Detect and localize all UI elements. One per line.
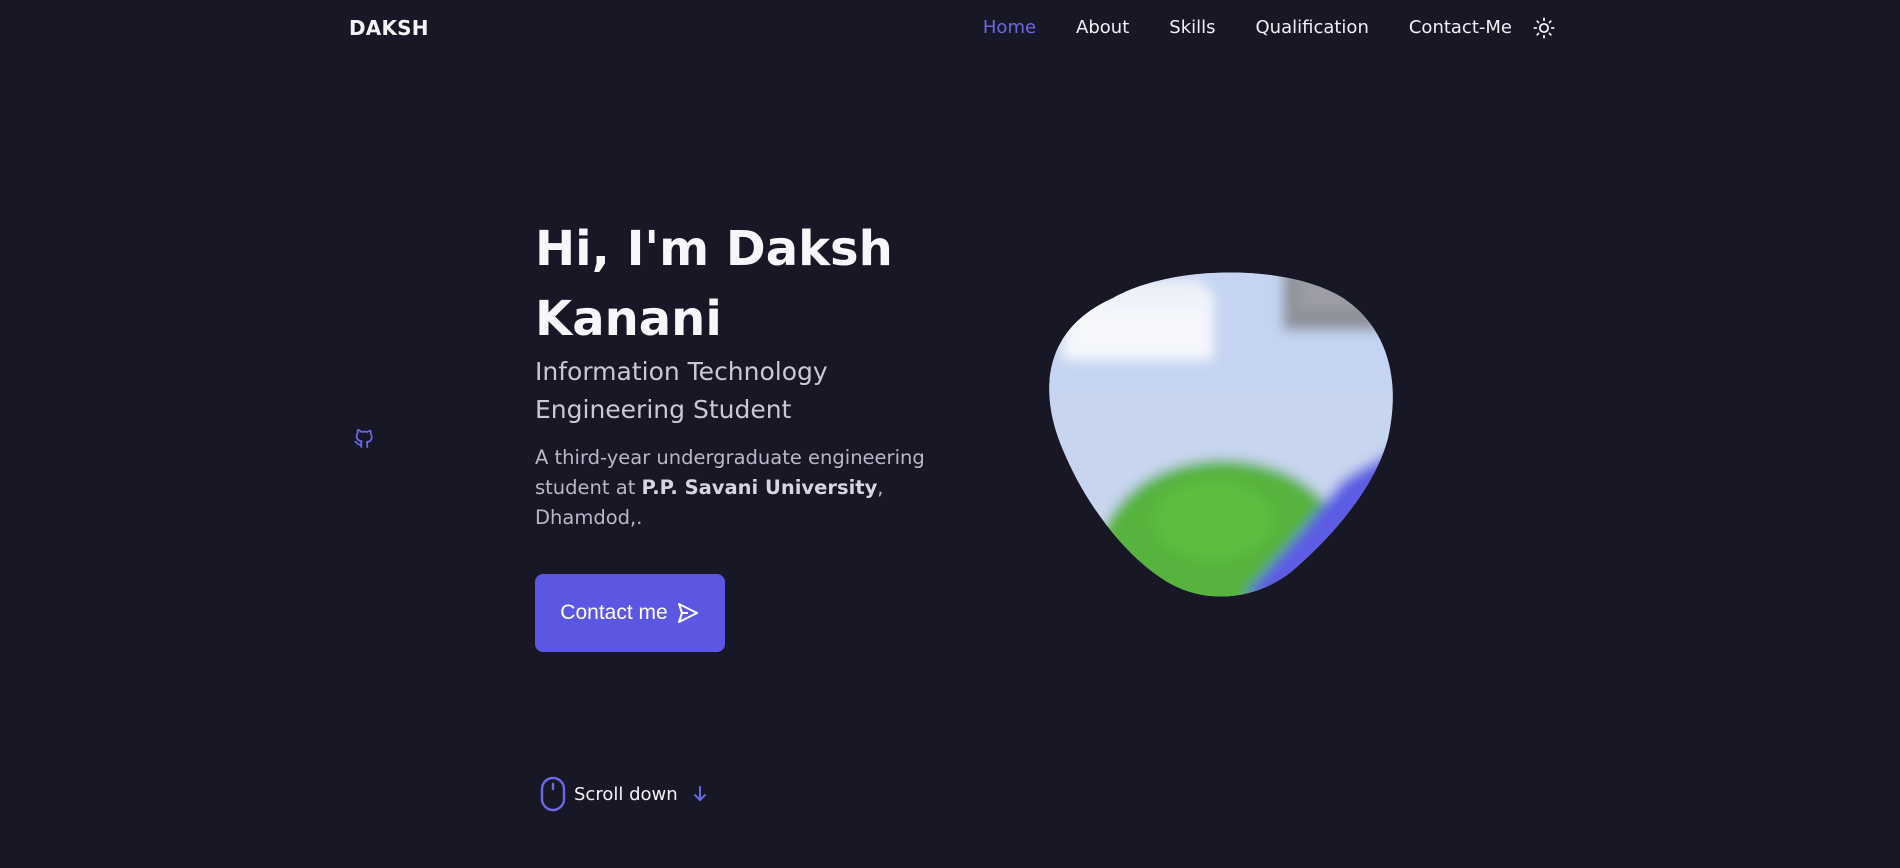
scroll-down-label: Scroll down: [574, 783, 678, 805]
contact-me-button[interactable]: Contact me: [535, 574, 725, 652]
nav-skills[interactable]: Skills: [1169, 16, 1215, 40]
scroll-down-link[interactable]: Scroll down: [540, 776, 708, 812]
hero-subtitle: Information Technology Engineering Stude…: [535, 357, 828, 424]
github-icon[interactable]: [353, 427, 375, 449]
send-icon: [676, 601, 700, 625]
nav-contact-me[interactable]: Contact-Me: [1409, 16, 1512, 40]
site-header: DAKSH Home About Skills Qualification Co…: [0, 0, 1900, 56]
main-nav: Home About Skills Qualification Contact-…: [983, 16, 1556, 40]
site-logo[interactable]: DAKSH: [349, 16, 429, 40]
nav-home[interactable]: Home: [983, 16, 1036, 40]
hero-description: A third-year undergraduate engineering s…: [535, 443, 975, 533]
sun-icon[interactable]: [1532, 16, 1556, 40]
arrow-down-icon: [692, 785, 708, 803]
contact-button-label: Contact me: [560, 601, 668, 624]
hero-title: Hi, I'm Daksh Kanani: [535, 221, 893, 347]
nav-about[interactable]: About: [1076, 16, 1129, 40]
university-name: P.P. Savani University: [641, 476, 878, 499]
profile-blob-image: [1043, 270, 1394, 597]
nav-qualification[interactable]: Qualification: [1256, 16, 1369, 40]
mouse-icon: [540, 776, 566, 812]
